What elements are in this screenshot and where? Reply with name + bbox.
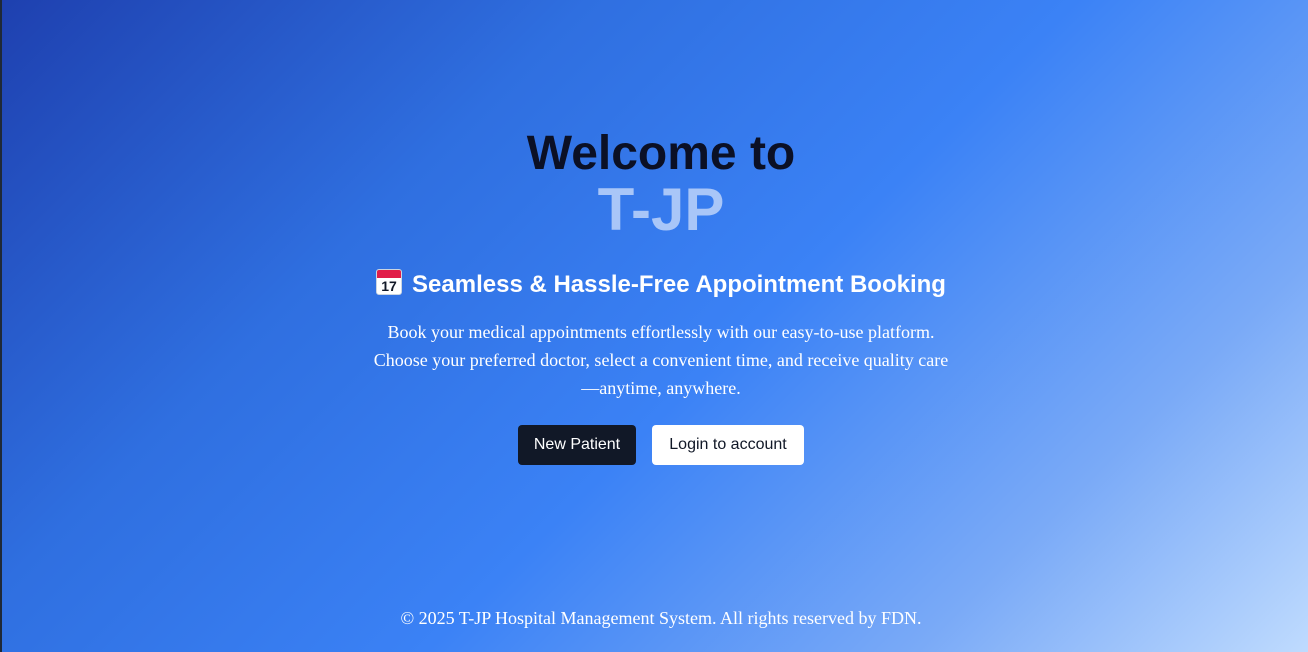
hero-description: Book your medical appointments effortles… <box>373 322 949 398</box>
brand-name: T-JP <box>597 176 725 243</box>
new-patient-button[interactable]: New Patient <box>518 425 636 465</box>
hero-actions: New Patient Login to account <box>518 425 804 465</box>
tagline-text: Seamless & Hassle-Free Appointment Booki… <box>412 271 946 298</box>
footer-copyright: © 2025 T-JP Hospital Management System. … <box>400 608 922 628</box>
welcome-heading: Welcome to <box>526 127 796 180</box>
tagline-heading: 17 Seamless & Hassle-Free Appointment Boo… <box>0 268 1308 302</box>
calendar-icon: 17 <box>376 269 403 295</box>
window-left-border <box>0 0 2 652</box>
login-button[interactable]: Login to account <box>652 425 804 465</box>
